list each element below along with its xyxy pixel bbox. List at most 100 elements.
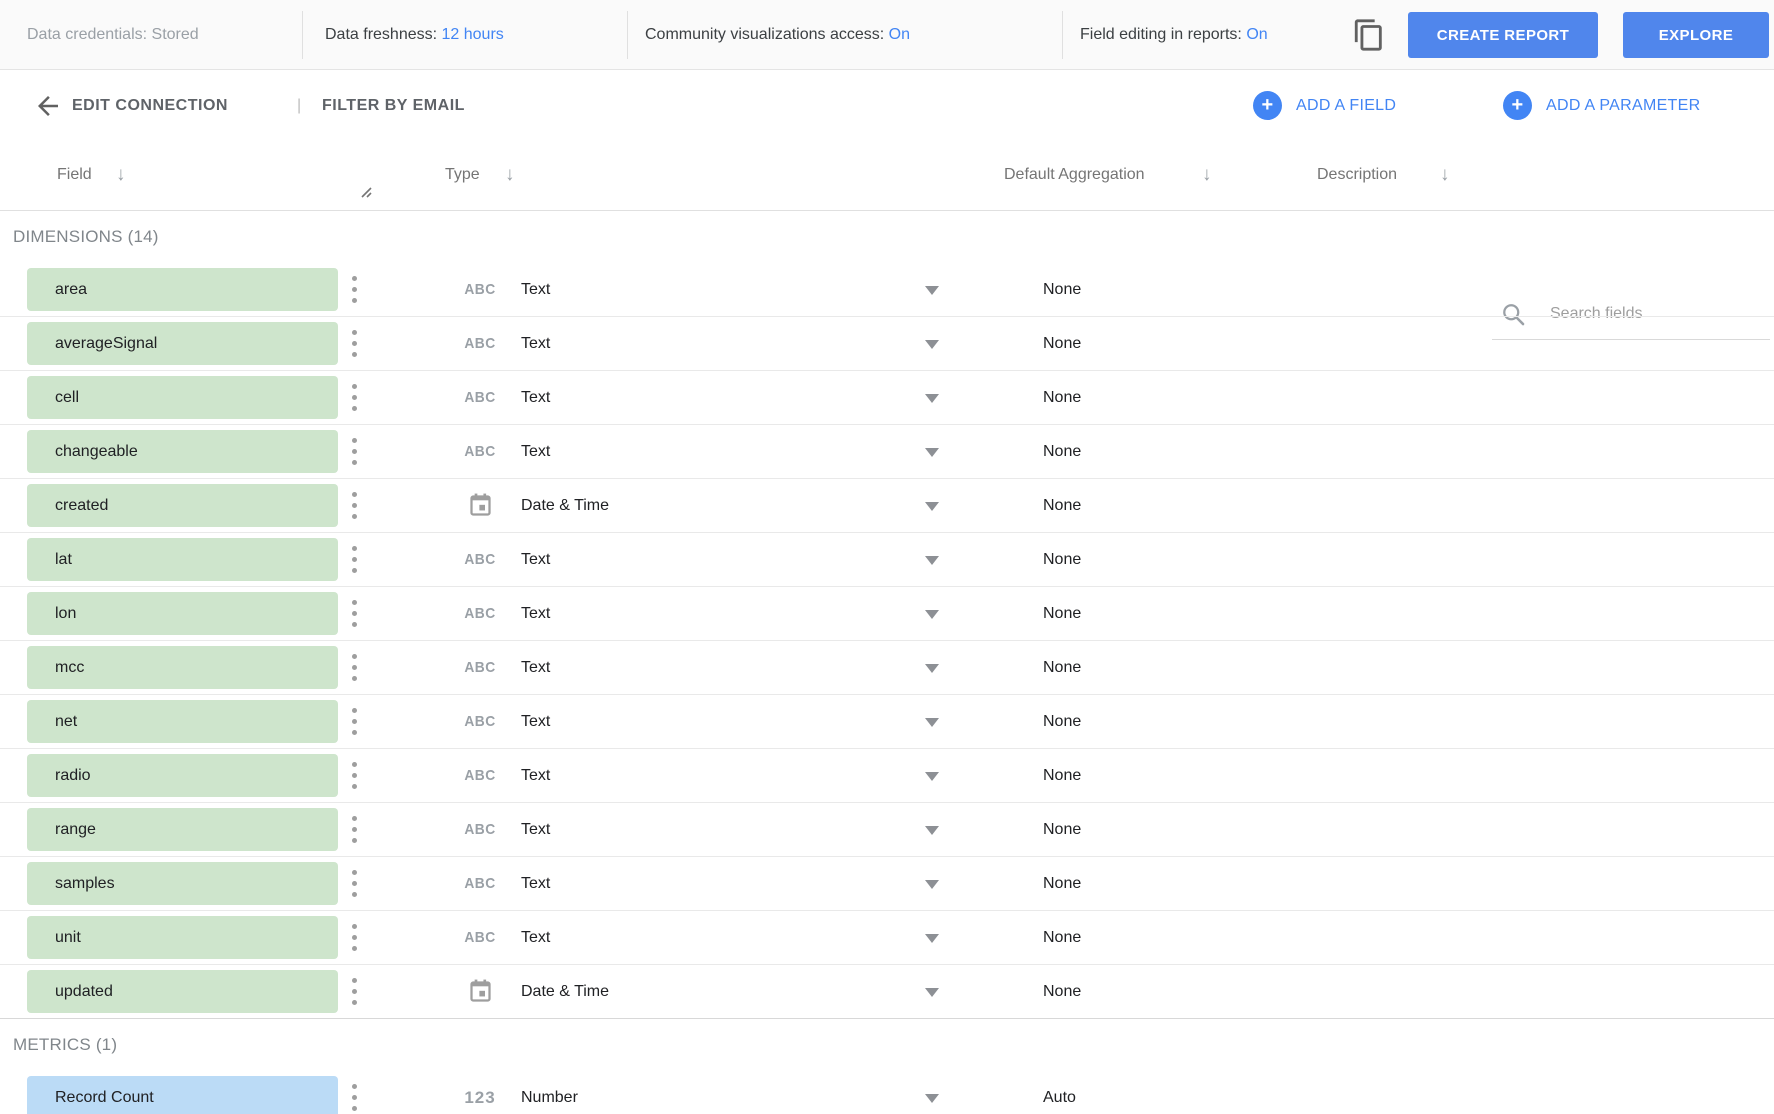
dropdown-caret-icon[interactable] — [925, 394, 939, 403]
type-value[interactable]: Text — [521, 587, 550, 640]
back-button[interactable] — [33, 91, 63, 121]
dropdown-caret-icon[interactable] — [925, 502, 939, 511]
type-value[interactable]: Text — [521, 803, 550, 856]
type-value[interactable]: Text — [521, 317, 550, 370]
sort-icon-aggregation[interactable]: ↓ — [1202, 140, 1212, 210]
status-bar-item[interactable]: Data credentials: Stored — [27, 0, 199, 70]
aggregation-value[interactable]: None — [1043, 371, 1081, 424]
add-a-field-button[interactable]: + ADD A FIELD — [1253, 71, 1396, 140]
field-name-pill[interactable]: Record Count — [27, 1076, 338, 1114]
aggregation-value[interactable]: None — [1043, 263, 1081, 316]
aggregation-value[interactable]: None — [1043, 587, 1081, 640]
aggregation-value[interactable]: None — [1043, 641, 1081, 694]
dropdown-caret-icon[interactable] — [925, 610, 939, 619]
field-name-pill[interactable]: lat — [27, 538, 338, 581]
status-bar-item[interactable]: Community visualizations access: On — [645, 0, 910, 70]
column-header-type[interactable]: Type — [445, 140, 480, 210]
type-value[interactable]: Text — [521, 695, 550, 748]
create-report-button[interactable]: CREATE REPORT — [1408, 12, 1598, 58]
field-name-pill[interactable]: updated — [27, 970, 338, 1013]
type-value[interactable]: Date & Time — [521, 965, 609, 1018]
aggregation-value[interactable]: None — [1043, 533, 1081, 586]
status-item-value[interactable]: On — [889, 26, 910, 43]
field-name-pill[interactable]: unit — [27, 916, 338, 959]
dropdown-caret-icon[interactable] — [925, 664, 939, 673]
dropdown-caret-icon[interactable] — [925, 826, 939, 835]
more-options-icon[interactable] — [352, 762, 358, 795]
status-bar-item[interactable]: Data freshness: 12 hours — [325, 0, 504, 70]
aggregation-value[interactable]: None — [1043, 911, 1081, 964]
explore-button[interactable]: EXPLORE — [1623, 12, 1769, 58]
dropdown-caret-icon[interactable] — [925, 286, 939, 295]
type-value[interactable]: Text — [521, 533, 550, 586]
more-options-icon[interactable] — [352, 438, 358, 471]
type-value[interactable]: Date & Time — [521, 479, 609, 532]
column-header-field[interactable]: Field — [57, 140, 92, 210]
field-name-pill[interactable]: changeable — [27, 430, 338, 473]
status-item-value[interactable]: 12 hours — [442, 26, 504, 43]
type-value[interactable]: Text — [521, 371, 550, 424]
dropdown-caret-icon[interactable] — [925, 772, 939, 781]
aggregation-value[interactable]: None — [1043, 803, 1081, 856]
status-bar-item[interactable]: Field editing in reports: On — [1080, 0, 1268, 70]
aggregation-value[interactable]: Auto — [1043, 1071, 1076, 1114]
status-item-value[interactable]: Stored — [152, 26, 199, 43]
type-value[interactable]: Number — [521, 1071, 578, 1114]
more-options-icon[interactable] — [352, 330, 358, 363]
edit-connection-link[interactable]: EDIT CONNECTION — [72, 71, 228, 140]
more-options-icon[interactable] — [352, 654, 358, 687]
dropdown-caret-icon[interactable] — [925, 1094, 939, 1103]
aggregation-value[interactable]: None — [1043, 749, 1081, 802]
more-options-icon[interactable] — [352, 546, 358, 579]
status-item-value[interactable]: On — [1246, 26, 1267, 43]
field-name-pill[interactable]: cell — [27, 376, 338, 419]
type-value[interactable]: Text — [521, 263, 550, 316]
field-name-pill[interactable]: created — [27, 484, 338, 527]
aggregation-value[interactable]: None — [1043, 965, 1081, 1018]
column-resize-handle[interactable] — [358, 184, 372, 203]
field-name-pill[interactable]: radio — [27, 754, 338, 797]
type-value[interactable]: Text — [521, 857, 550, 910]
more-options-icon[interactable] — [352, 1084, 358, 1114]
aggregation-value[interactable]: None — [1043, 317, 1081, 370]
dropdown-caret-icon[interactable] — [925, 448, 939, 457]
dropdown-caret-icon[interactable] — [925, 934, 939, 943]
field-name-pill[interactable]: lon — [27, 592, 338, 635]
type-value[interactable]: Text — [521, 749, 550, 802]
type-value[interactable]: Text — [521, 425, 550, 478]
more-options-icon[interactable] — [352, 870, 358, 903]
dropdown-caret-icon[interactable] — [925, 556, 939, 565]
dropdown-caret-icon[interactable] — [925, 718, 939, 727]
field-name-pill[interactable]: area — [27, 268, 338, 311]
aggregation-value[interactable]: None — [1043, 695, 1081, 748]
more-options-icon[interactable] — [352, 492, 358, 525]
field-name-pill[interactable]: samples — [27, 862, 338, 905]
dropdown-caret-icon[interactable] — [925, 880, 939, 889]
dropdown-caret-icon[interactable] — [925, 340, 939, 349]
aggregation-value[interactable]: None — [1043, 425, 1081, 478]
field-name-pill[interactable]: net — [27, 700, 338, 743]
aggregation-value[interactable]: None — [1043, 857, 1081, 910]
more-options-icon[interactable] — [352, 384, 358, 417]
column-header-description[interactable]: Description — [1317, 140, 1397, 210]
more-options-icon[interactable] — [352, 978, 358, 1011]
add-a-parameter-button[interactable]: + ADD A PARAMETER — [1503, 71, 1700, 140]
sort-icon-field[interactable]: ↓ — [116, 140, 126, 210]
sort-icon-type[interactable]: ↓ — [505, 140, 515, 210]
type-value[interactable]: Text — [521, 911, 550, 964]
filter-by-email-link[interactable]: FILTER BY EMAIL — [322, 71, 465, 140]
more-options-icon[interactable] — [352, 816, 358, 849]
more-options-icon[interactable] — [352, 708, 358, 741]
field-name-pill[interactable]: range — [27, 808, 338, 851]
more-options-icon[interactable] — [352, 276, 358, 309]
type-value[interactable]: Text — [521, 641, 550, 694]
aggregation-value[interactable]: None — [1043, 479, 1081, 532]
column-header-aggregation[interactable]: Default Aggregation — [1004, 140, 1145, 210]
duplicate-icon[interactable] — [1350, 17, 1388, 55]
more-options-icon[interactable] — [352, 924, 358, 957]
field-name-pill[interactable]: mcc — [27, 646, 338, 689]
field-name-pill[interactable]: averageSignal — [27, 322, 338, 365]
sort-icon-description[interactable]: ↓ — [1440, 140, 1450, 210]
more-options-icon[interactable] — [352, 600, 358, 633]
dropdown-caret-icon[interactable] — [925, 988, 939, 997]
